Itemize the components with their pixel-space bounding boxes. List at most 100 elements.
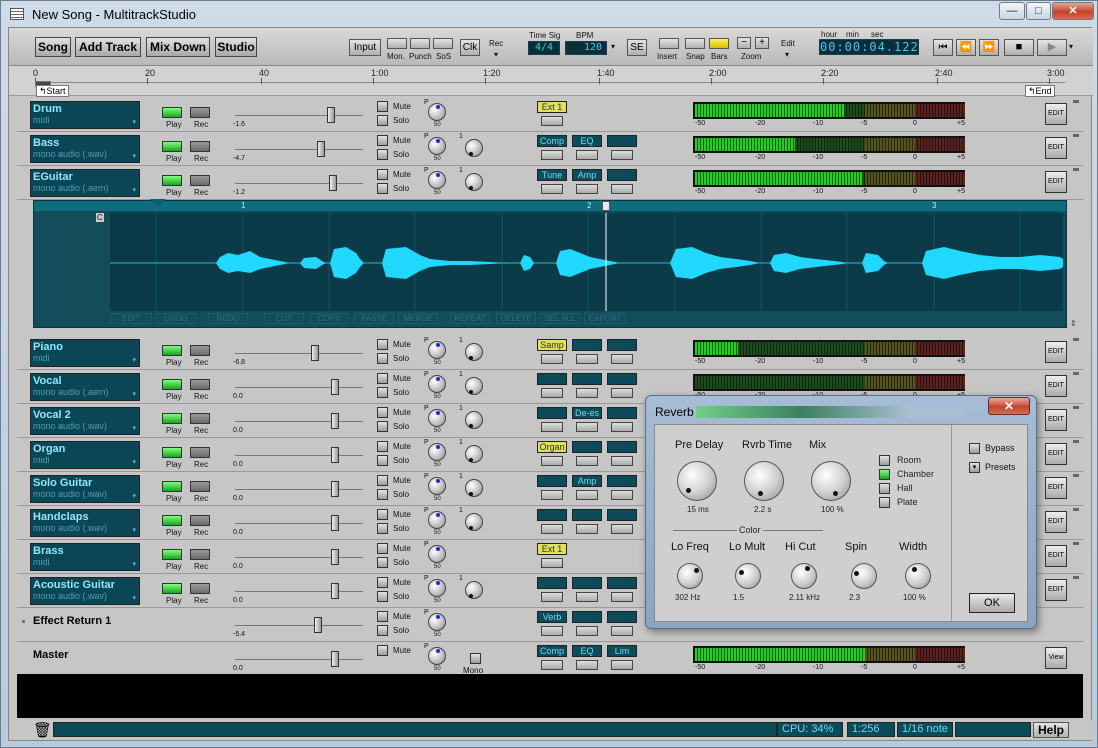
editor-tool-paste[interactable]: PASTE xyxy=(354,313,394,324)
editor-tool-copy[interactable]: COPY xyxy=(310,313,348,324)
track-1-rec-toggle[interactable] xyxy=(190,107,210,118)
track-4-source-dropdown-icon[interactable]: ▾ xyxy=(132,356,136,364)
track-11-send-knob[interactable] xyxy=(465,581,483,599)
track-2-play-toggle[interactable] xyxy=(162,141,182,152)
track-4-fx-slot-2[interactable] xyxy=(572,339,602,351)
track-7-fx-slot-2[interactable] xyxy=(572,441,602,453)
track-6-play-toggle[interactable] xyxy=(162,413,182,424)
master-fx-dropdown-1[interactable] xyxy=(541,660,563,670)
track-5-fx-slot-2[interactable] xyxy=(572,373,602,385)
track-6-pan-knob[interactable] xyxy=(428,409,446,427)
track-2-rec-toggle[interactable] xyxy=(190,141,210,152)
track-1-play-toggle[interactable] xyxy=(162,107,182,118)
track-2-send-knob[interactable] xyxy=(465,139,483,157)
to-start-button[interactable]: ⏮ xyxy=(933,39,953,56)
track-9-fx-dropdown-2[interactable] xyxy=(576,524,598,534)
track-5-send-knob[interactable] xyxy=(465,377,483,395)
trash-icon[interactable]: 🗑 xyxy=(33,721,52,739)
reverb-lo-mult-knob[interactable] xyxy=(735,563,761,589)
track-3-pan-knob[interactable] xyxy=(428,171,446,189)
track-8-volume-fader[interactable] xyxy=(235,489,363,490)
track-2-fx-slot-1[interactable]: Comp xyxy=(537,135,567,147)
track-10-fx-slot-1[interactable]: Ext 1 xyxy=(537,543,567,555)
track-7-source-dropdown-icon[interactable]: ▾ xyxy=(132,458,136,466)
track-11-name-box[interactable]: Acoustic Guitar mono audio (.wav) ▾ xyxy=(30,577,140,605)
effect-return-fx-slot-1[interactable]: Verb xyxy=(537,611,567,623)
track-11-fx-dropdown-1[interactable] xyxy=(541,592,563,602)
track-2-fx-dropdown-2[interactable] xyxy=(576,150,598,160)
track-7-fx-dropdown-3[interactable] xyxy=(611,456,633,466)
insert-toggle[interactable] xyxy=(659,38,679,49)
track-1-edit-button[interactable]: EDIT xyxy=(1045,103,1067,125)
reverb-pre-delay-knob[interactable] xyxy=(677,461,717,501)
track-3-edit-button[interactable]: EDIT xyxy=(1045,171,1067,193)
track-8-play-toggle[interactable] xyxy=(162,481,182,492)
effect-return-pan-knob[interactable] xyxy=(428,613,446,631)
effect-return-fx-slot-3[interactable] xyxy=(607,611,637,623)
track-4-fx-dropdown-2[interactable] xyxy=(576,354,598,364)
track-6-solo-checkbox[interactable] xyxy=(377,421,388,432)
track-2-edit-button[interactable]: EDIT xyxy=(1045,137,1067,159)
track-2-fader-handle[interactable] xyxy=(317,141,325,157)
editor-tool-merge[interactable]: MERGE xyxy=(398,313,438,324)
track-8-source-dropdown-icon[interactable]: ▾ xyxy=(132,492,136,500)
reverb-rvrb-time-knob[interactable] xyxy=(744,461,784,501)
track-5-source-dropdown-icon[interactable]: ▾ xyxy=(132,390,136,398)
track-9-name-box[interactable]: Handclaps mono audio (.wav) ▾ xyxy=(30,509,140,537)
track-5-pan-knob[interactable] xyxy=(428,375,446,393)
track-1-fx-slot-1[interactable]: Ext 1 xyxy=(537,101,567,113)
track-3-fx-slot-1[interactable]: Tune xyxy=(537,169,567,181)
track-10-mute-checkbox[interactable] xyxy=(377,543,388,554)
track-3-fx-dropdown-3[interactable] xyxy=(611,184,633,194)
timeline-ruler[interactable]: 0 20 40 1:00 1:20 1:40 2:00 2:20 2:40 3:00 ↰Start… xyxy=(9,66,1093,97)
track-10-source-dropdown-icon[interactable]: ▾ xyxy=(132,560,136,568)
track-9-fx-dropdown-3[interactable] xyxy=(611,524,633,534)
reverb-lo-freq-knob[interactable] xyxy=(677,563,703,589)
input-button[interactable]: Input xyxy=(349,39,381,56)
track-6-fx-slot-2[interactable]: De-es xyxy=(572,407,602,419)
track-11-fx-dropdown-3[interactable] xyxy=(611,592,633,602)
editor-tool-redo[interactable]: REDO xyxy=(208,313,248,324)
track-4-fader-handle[interactable] xyxy=(311,345,319,361)
zoom-out-button[interactable]: − xyxy=(737,37,751,49)
editor-tool-sel-all[interactable]: SEL ALL xyxy=(540,313,580,324)
stop-button[interactable]: ■ xyxy=(1004,39,1034,56)
track-2-fx-dropdown-3[interactable] xyxy=(611,150,633,160)
track-6-fx-slot-1[interactable] xyxy=(537,407,567,419)
track-8-fx-slot-3[interactable] xyxy=(607,475,637,487)
track-6-fader-handle[interactable] xyxy=(331,413,339,429)
room-chamber-radio[interactable] xyxy=(879,469,890,480)
effect-return-solo-checkbox[interactable] xyxy=(377,625,388,636)
master-mute-checkbox[interactable] xyxy=(377,645,388,656)
effect-return-fx-dropdown-1[interactable] xyxy=(541,626,563,636)
track-5-play-toggle[interactable] xyxy=(162,379,182,390)
track-9-edit-button[interactable]: EDIT xyxy=(1045,511,1067,533)
track-4-mute-checkbox[interactable] xyxy=(377,339,388,350)
track-7-name-box[interactable]: Organ midi ▾ xyxy=(30,441,140,469)
track-9-mute-checkbox[interactable] xyxy=(377,509,388,520)
reverb-mix-knob[interactable] xyxy=(811,461,851,501)
bpm-dropdown[interactable]: ▾ xyxy=(611,42,615,51)
track-1-fx-dropdown-1[interactable] xyxy=(541,116,563,126)
track-8-rec-toggle[interactable] xyxy=(190,481,210,492)
track-5-fx-dropdown-2[interactable] xyxy=(576,388,598,398)
click-button[interactable]: Clk xyxy=(460,39,480,56)
track-9-pan-knob[interactable] xyxy=(428,511,446,529)
time-sig-display[interactable]: 4/4 xyxy=(528,41,560,55)
track-1-source-dropdown-icon[interactable]: ▾ xyxy=(132,118,136,126)
track-11-edit-button[interactable]: EDIT xyxy=(1045,579,1067,601)
track-2-solo-checkbox[interactable] xyxy=(377,149,388,160)
track-10-fader-handle[interactable] xyxy=(331,549,339,565)
waveform-editor[interactable]: 1 2 3 C EDIT UNDO REDO CUT COPY PASTE ME… xyxy=(33,199,1077,328)
master-mono-checkbox[interactable] xyxy=(470,653,481,664)
track-3-volume-fader[interactable] xyxy=(235,183,363,184)
play-button[interactable]: ▶ xyxy=(1037,39,1067,56)
effect-return-fx-dropdown-3[interactable] xyxy=(611,626,633,636)
track-6-name-box[interactable]: Vocal 2 mono audio (.wav) ▾ xyxy=(30,407,140,435)
track-6-source-dropdown-icon[interactable]: ▾ xyxy=(132,424,136,432)
ok-button[interactable]: OK xyxy=(969,593,1015,613)
track-6-edit-button[interactable]: EDIT xyxy=(1045,409,1067,431)
track-9-fx-slot-1[interactable] xyxy=(537,509,567,521)
track-10-rec-toggle[interactable] xyxy=(190,549,210,560)
track-11-fx-slot-1[interactable] xyxy=(537,577,567,589)
